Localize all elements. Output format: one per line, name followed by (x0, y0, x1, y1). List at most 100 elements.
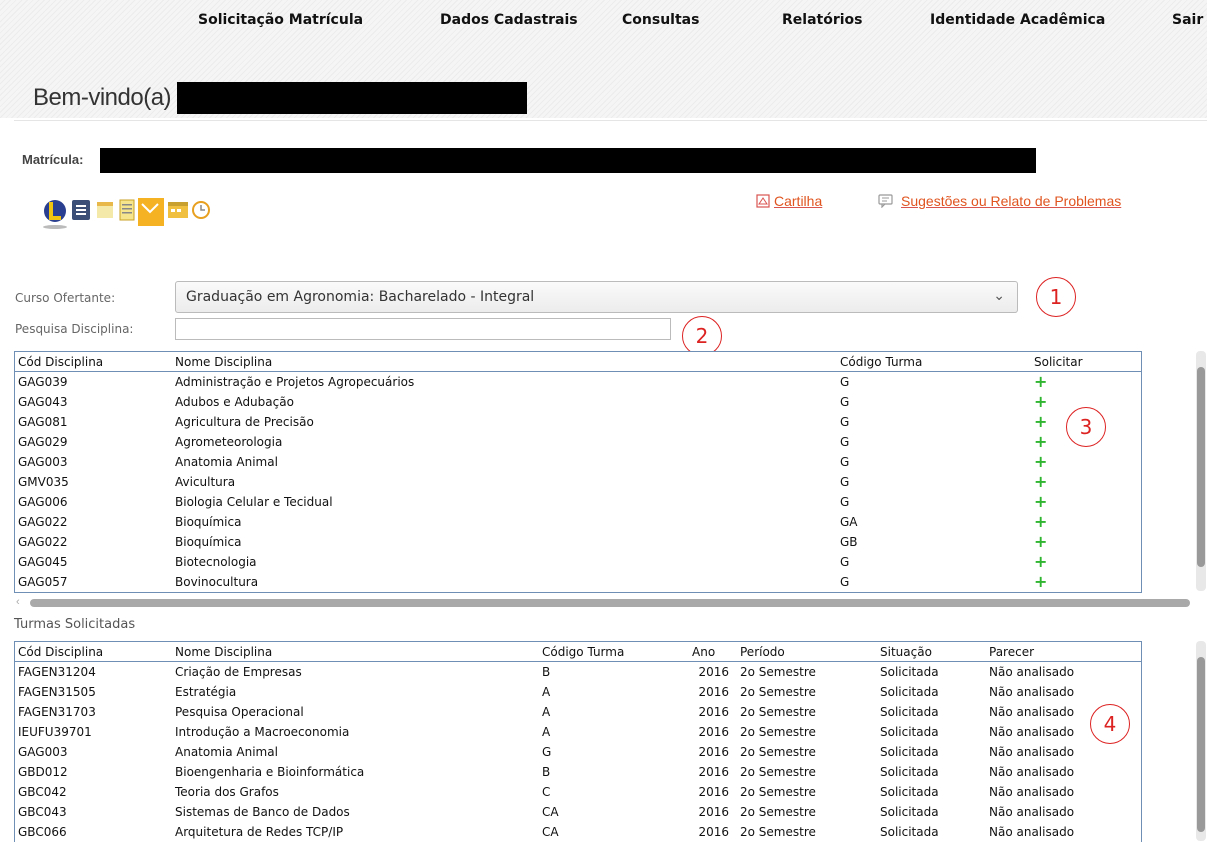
calendar-icon[interactable] (94, 196, 116, 230)
offer-scroll-thumb[interactable] (1197, 367, 1205, 567)
cartilha-label: Cartilha (774, 193, 823, 209)
pesquisa-input[interactable] (175, 318, 671, 340)
table-cell: A (542, 685, 551, 699)
table-cell: GAG081 (18, 415, 68, 429)
schedule-icon[interactable] (166, 196, 190, 230)
clock-icon[interactable] (190, 196, 212, 230)
annotation-2: 2 (682, 316, 722, 356)
nav-sair[interactable]: Sair (1172, 12, 1203, 28)
table-row[interactable]: GAG022 Bioquímica GA + (15, 512, 1141, 532)
table-cell: Não analisado (989, 685, 1075, 699)
table-cell: G (840, 495, 850, 509)
table-row[interactable]: GAG006 Biologia Celular e Tecidual G + (15, 492, 1141, 512)
document-icon[interactable] (70, 196, 92, 230)
table-cell: Administração e Projetos Agropecuários (175, 375, 415, 389)
requested-vertical-scrollbar[interactable] (1196, 641, 1206, 841)
table-cell: FAGEN31204 (18, 665, 96, 679)
sugestoes-link[interactable]: Sugestões ou Relato de Problemas (878, 193, 1121, 209)
table-cell: Arquitetura de Redes TCP/IP (175, 825, 344, 839)
add-icon[interactable]: + (1034, 434, 1047, 450)
table-cell: Anatomia Animal (175, 455, 278, 469)
table-cell: IEUFU39701 (18, 725, 92, 739)
table-row[interactable]: GBC043 Sistemas de Banco de Dados CA 2016 2o… (15, 802, 1141, 822)
table-row[interactable]: GAG003 Anatomia Animal G + (15, 452, 1141, 472)
table-row[interactable]: GAG029 Agrometeorologia G + (15, 432, 1141, 452)
table-cell: Anatomia Animal (175, 745, 278, 759)
table-cell: Estratégia (175, 685, 237, 699)
add-icon[interactable]: + (1034, 534, 1047, 550)
nav-consultas[interactable]: Consultas (622, 12, 699, 28)
scroll-right-icon[interactable]: › (1186, 596, 1190, 608)
add-icon[interactable]: + (1034, 494, 1047, 510)
nav-relatorios[interactable]: Relatórios (782, 12, 863, 28)
table-row[interactable]: IEUFU39701 Introdução a Macroeconomia A 201… (15, 722, 1141, 742)
table-cell: Sistemas de Banco de Dados (175, 805, 350, 819)
table-row[interactable]: GAG003 Anatomia Animal G 2016 2o Semestre Sol… (15, 742, 1141, 762)
nav-identidade-academica[interactable]: Identidade Acadêmica (930, 12, 1105, 28)
redacted-matricula (100, 148, 1036, 173)
table-row[interactable]: GBD012 Bioengenharia e Bioinformática B 201… (15, 762, 1141, 782)
nav-dados-cadastrais[interactable]: Dados Cadastrais (440, 12, 578, 28)
table-cell: Pesquisa Operacional (175, 705, 304, 719)
requested-section-title: Turmas Solicitadas (14, 617, 136, 632)
add-icon[interactable]: + (1034, 574, 1047, 590)
table-row[interactable]: GAG043 Adubos e Adubação G + (15, 392, 1141, 412)
table-cell: Não analisado (989, 665, 1075, 679)
add-icon[interactable]: + (1034, 454, 1047, 470)
cartilha-link[interactable]: Cartilha (756, 193, 822, 209)
column-header[interactable]: Período (737, 642, 877, 662)
table-row[interactable]: GAG039 Administração e Projetos Agropecuá… (15, 372, 1141, 393)
table-cell: Bioengenharia e Bioinformática (175, 765, 365, 779)
notepad-icon[interactable] (116, 196, 138, 230)
table-row[interactable]: FAGEN31703 Pesquisa Operacional A 2016 2o Se… (15, 702, 1141, 722)
column-header[interactable]: Nome Disciplina (172, 642, 539, 662)
curso-select[interactable]: Graduação em Agronomia: Bacharelado - In… (175, 281, 1018, 313)
requested-scroll-thumb[interactable] (1197, 657, 1205, 832)
add-icon[interactable]: + (1034, 474, 1047, 490)
table-cell: 2016 (698, 665, 729, 679)
table-row[interactable]: GMV035 Avicultura G + (15, 472, 1141, 492)
table-cell: GAG006 (18, 495, 68, 509)
column-header[interactable]: Situação (877, 642, 986, 662)
add-icon[interactable]: + (1034, 414, 1047, 430)
table-cell: Introdução a Macroeconomia (175, 725, 350, 739)
column-header[interactable]: Cód Disciplina (15, 642, 172, 662)
column-header[interactable]: Solicitar (1031, 352, 1141, 372)
column-header[interactable]: Nome Disciplina (172, 352, 837, 372)
solicitar-cell: + (1031, 572, 1141, 592)
nav-solicitacao-matricula[interactable]: Solicitação Matrícula (198, 12, 363, 28)
column-header[interactable]: Cód Disciplina (15, 352, 172, 372)
table-row[interactable]: GAG045 Biotecnologia G + (15, 552, 1141, 572)
table-cell: FAGEN31703 (18, 705, 96, 719)
table-row[interactable]: GAG057 Bovinocultura G + (15, 572, 1141, 592)
table-row[interactable]: FAGEN31204 Criação de Empresas B 2016 2o Sem… (15, 662, 1141, 683)
curso-selected-value: Graduação em Agronomia: Bacharelado - In… (186, 289, 535, 305)
table-row[interactable]: GBC042 Teoria dos Grafos C 2016 2o Semestre S… (15, 782, 1141, 802)
offer-vertical-scrollbar[interactable] (1196, 351, 1206, 591)
table-cell: GBC066 (18, 825, 67, 839)
add-icon[interactable]: + (1034, 514, 1047, 530)
table-row[interactable]: GAG022 Bioquímica GB + (15, 532, 1141, 552)
enrollment-icon[interactable] (136, 196, 166, 230)
column-header[interactable]: Parecer (986, 642, 1141, 662)
table-row[interactable]: GBC066 Arquitetura de Redes TCP/IP CA 2016 2… (15, 822, 1141, 842)
add-icon[interactable]: + (1034, 374, 1047, 390)
add-icon[interactable]: + (1034, 394, 1047, 410)
column-header[interactable]: Código Turma (837, 352, 1031, 372)
comment-icon (878, 194, 893, 209)
scroll-left-icon[interactable]: ‹ (16, 596, 20, 608)
table-cell: 2016 (698, 685, 729, 699)
table-row[interactable]: FAGEN31505 Estratégia A 2016 2o Semestre Soli… (15, 682, 1141, 702)
horizontal-scroll-thumb[interactable] (30, 599, 1190, 607)
column-header[interactable]: Ano (689, 642, 737, 662)
column-header[interactable]: Código Turma (539, 642, 689, 662)
table-cell: Solicitada (880, 785, 939, 799)
logo-icon[interactable] (40, 196, 70, 230)
add-icon[interactable]: + (1034, 554, 1047, 570)
table-cell: 2016 (698, 805, 729, 819)
table-cell: G (840, 415, 850, 429)
table-row[interactable]: GAG081 Agricultura de Precisão G + (15, 412, 1141, 432)
offer-table-header: Cód Disciplina Nome Disciplina Código Tu… (15, 352, 1141, 372)
horizontal-scrollbar[interactable]: ‹ › (14, 596, 1194, 609)
table-cell: G (840, 375, 850, 389)
